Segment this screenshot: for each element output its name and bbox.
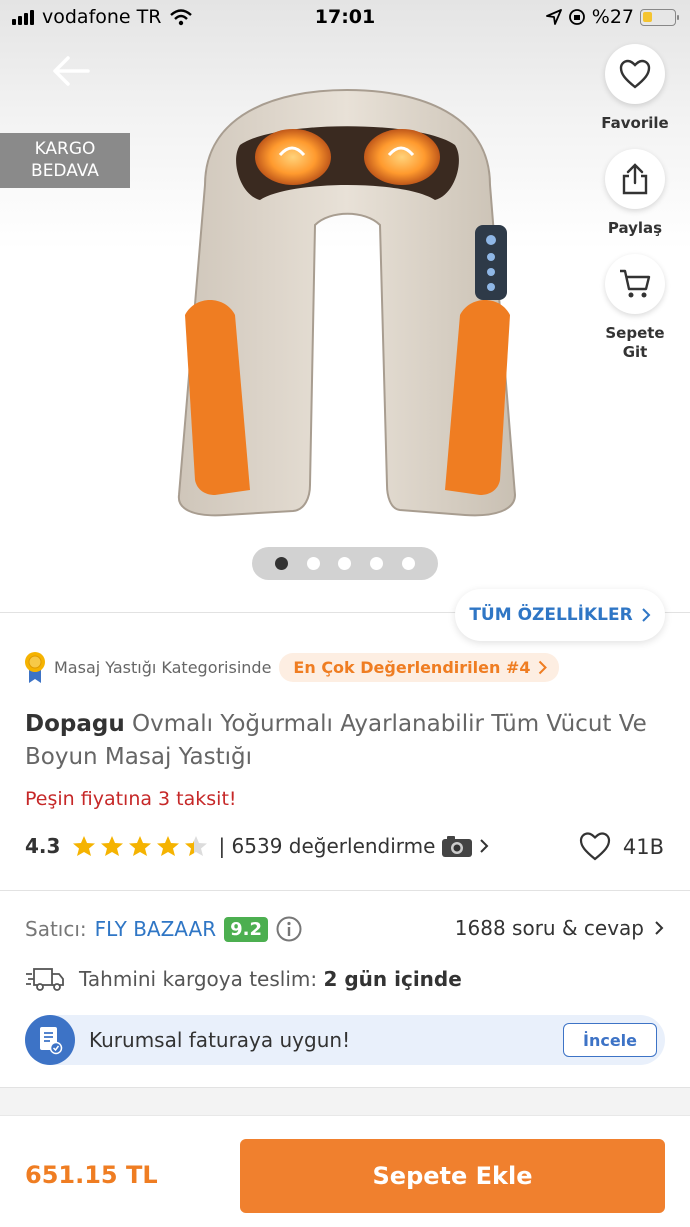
- rank-pill-label: En Çok Değerlendirilen #4: [293, 657, 531, 677]
- cargo-badge-line-1: KARGO: [34, 139, 96, 159]
- location-icon: [545, 9, 562, 25]
- seller-name-link[interactable]: FLY BAZAAR: [95, 917, 216, 941]
- product-gallery[interactable]: KARGO BEDAVA Favorile Paylaş Sepete Git: [0, 0, 690, 612]
- section-gap: [0, 1087, 690, 1115]
- favorite-button[interactable]: Favorile: [600, 44, 670, 133]
- share-button[interactable]: Paylaş: [600, 149, 670, 238]
- all-specs-label: TÜM ÖZELLİKLER: [469, 605, 633, 625]
- product-image[interactable]: [165, 85, 530, 520]
- qa-label: 1688 soru & cevap: [454, 916, 644, 940]
- rotation-lock-icon: [568, 9, 585, 25]
- carousel-dot-5[interactable]: [401, 557, 415, 570]
- corporate-invoice-banner: Kurumsal faturaya uygun! İncele: [25, 1015, 665, 1065]
- installment-info: Peşin fiyatına 3 taksit!: [25, 788, 237, 810]
- favorite-label: Favorile: [601, 114, 669, 132]
- carousel-dot-1[interactable]: [275, 557, 289, 570]
- section-divider: [0, 890, 690, 891]
- go-to-cart-label: Sepete Git: [605, 324, 665, 361]
- battery-icon: [640, 8, 679, 26]
- rank-category: Masaj Yastığı Kategorisinde: [54, 657, 272, 677]
- heart-icon: [619, 59, 651, 89]
- chevron-right-icon: [641, 608, 651, 622]
- review-count: | 6539 değerlendirme: [218, 834, 436, 858]
- corporate-invoice-text: Kurumsal faturaya uygun!: [89, 1028, 351, 1052]
- go-to-cart-button[interactable]: Sepete Git: [600, 254, 670, 362]
- share-circle[interactable]: [605, 149, 665, 209]
- rating-score: 4.3: [25, 834, 61, 858]
- product-brand: Dopagu: [25, 711, 125, 737]
- star-icon: [101, 836, 124, 856]
- medal-icon: [25, 652, 45, 683]
- delivery-label: Tahmini kargoya teslim:: [79, 967, 318, 991]
- carousel-dot-2[interactable]: [306, 557, 320, 570]
- truck-icon: [26, 968, 64, 991]
- seller-score-badge: 9.2: [224, 916, 269, 942]
- back-arrow-icon[interactable]: [50, 54, 92, 88]
- add-to-cart-button[interactable]: Sepete Ekle: [240, 1139, 665, 1213]
- product-title: Dopagu Ovmalı Yoğurmalı Ayarlanabilir Tü…: [25, 708, 665, 774]
- bottom-bar: 651.15 TL Sepete Ekle: [0, 1115, 690, 1227]
- camera-icon: [442, 836, 473, 857]
- star-icon: [157, 836, 180, 856]
- questions-answers-link[interactable]: 1688 soru & cevap: [455, 916, 664, 940]
- half-star-icon: [185, 836, 208, 856]
- rating-row[interactable]: 4.3 | 6539 değerlendirme: [25, 834, 489, 858]
- status-bar: vodafone TR 17:01 %27: [0, 0, 690, 36]
- side-action-buttons: Favorile Paylaş Sepete Git: [600, 44, 670, 378]
- favorite-circle[interactable]: [605, 44, 665, 104]
- delivery-info: Tahmini kargoya teslim: 2 gün içinde: [25, 966, 462, 992]
- seller-label: Satıcı:: [25, 917, 87, 941]
- chevron-right-icon: [655, 921, 664, 935]
- chevron-right-icon: [480, 839, 489, 853]
- rating-stars: [72, 835, 208, 857]
- invoice-icon: [25, 1015, 75, 1065]
- heart-icon: [579, 832, 610, 861]
- chevron-right-icon: [539, 660, 548, 674]
- delivery-value: 2 gün içinde: [323, 967, 462, 991]
- carousel-indicator[interactable]: [252, 547, 438, 580]
- category-rank: Masaj Yastığı Kategorisinde En Çok Değer…: [24, 650, 560, 684]
- cart-icon: [620, 269, 651, 298]
- all-specs-button[interactable]: TÜM ÖZELLİKLER: [455, 589, 665, 641]
- carousel-dot-4[interactable]: [370, 557, 384, 570]
- free-shipping-badge: KARGO BEDAVA: [0, 133, 130, 188]
- share-label: Paylaş: [607, 219, 663, 237]
- battery-percent: %27: [591, 6, 634, 28]
- favorite-count-value: 41B: [622, 834, 664, 859]
- cart-circle[interactable]: [605, 254, 665, 314]
- info-icon[interactable]: [276, 916, 302, 942]
- carousel-dot-3[interactable]: [338, 557, 352, 570]
- rank-pill[interactable]: En Çok Değerlendirilen #4: [279, 652, 560, 682]
- cargo-badge-line-2: BEDAVA: [31, 161, 99, 181]
- star-icon: [129, 836, 152, 856]
- share-icon: [622, 163, 648, 195]
- star-icon: [73, 836, 96, 856]
- favorite-count[interactable]: 41B: [579, 832, 664, 861]
- product-price: 651.15 TL: [25, 1161, 158, 1189]
- inspect-button[interactable]: İncele: [563, 1023, 657, 1057]
- seller-row: Satıcı: FLY BAZAAR 9.2: [25, 916, 302, 942]
